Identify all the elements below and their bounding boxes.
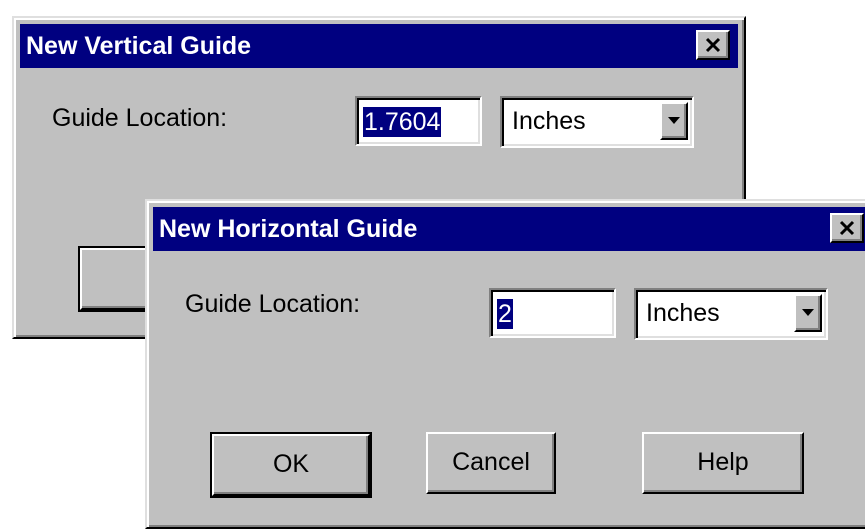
vertical-dialog-title: New Vertical Guide bbox=[26, 32, 252, 60]
horizontal-dialog-cancel-label: Cancel bbox=[452, 448, 530, 476]
close-icon bbox=[839, 220, 855, 236]
horizontal-guide-unit-dropdown-button[interactable] bbox=[794, 294, 822, 332]
vertical-dialog-close-button[interactable] bbox=[696, 30, 730, 60]
vertical-guide-unit-select[interactable]: Inches bbox=[500, 96, 694, 148]
horizontal-dialog-help-button[interactable]: Help bbox=[642, 432, 804, 494]
chevron-down-icon bbox=[668, 117, 680, 124]
vertical-dialog-titlebar[interactable]: New Vertical Guide bbox=[20, 24, 738, 68]
horizontal-guide-location-value: 2 bbox=[497, 299, 513, 329]
horizontal-dialog-titlebar[interactable]: New Horizontal Guide bbox=[153, 207, 865, 251]
horizontal-dialog-close-button[interactable] bbox=[830, 213, 864, 243]
new-horizontal-guide-dialog: New Horizontal Guide Guide Location: 2 I… bbox=[145, 199, 865, 529]
close-icon bbox=[705, 37, 721, 53]
vertical-guide-location-value: 1.7604 bbox=[363, 107, 442, 137]
horizontal-dialog-title: New Horizontal Guide bbox=[159, 215, 418, 243]
vertical-guide-unit-dropdown-button[interactable] bbox=[660, 102, 688, 140]
chevron-down-icon bbox=[802, 309, 814, 316]
horizontal-guide-unit-select[interactable]: Inches bbox=[634, 288, 828, 340]
horizontal-guide-location-label: Guide Location: bbox=[185, 290, 361, 318]
vertical-guide-location-input[interactable]: 1.7604 bbox=[355, 96, 482, 146]
horizontal-dialog-ok-button[interactable]: OK bbox=[210, 432, 372, 498]
horizontal-guide-unit-value: Inches bbox=[646, 299, 720, 327]
vertical-guide-unit-value: Inches bbox=[512, 107, 586, 135]
horizontal-dialog-help-label: Help bbox=[697, 448, 749, 476]
horizontal-dialog-cancel-button[interactable]: Cancel bbox=[426, 432, 556, 494]
horizontal-dialog-ok-label: OK bbox=[272, 450, 310, 478]
vertical-guide-location-label: Guide Location: bbox=[52, 104, 228, 132]
horizontal-guide-location-input[interactable]: 2 bbox=[489, 288, 616, 338]
